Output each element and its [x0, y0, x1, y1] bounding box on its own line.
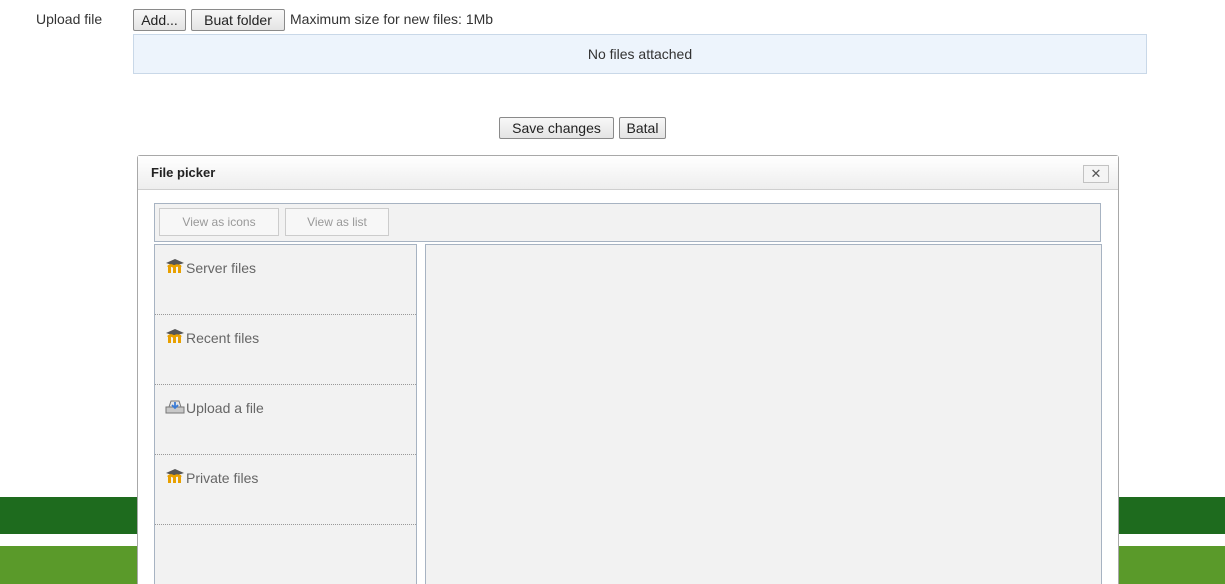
repository-item-upload-file[interactable]: Upload a file [155, 385, 416, 455]
create-folder-button[interactable]: Buat folder [191, 9, 285, 31]
view-as-icons-button[interactable]: View as icons [159, 208, 279, 236]
repository-item-recent-files[interactable]: Recent files [155, 315, 416, 385]
moodle-icon [166, 469, 184, 483]
add-file-button[interactable]: Add... [133, 9, 186, 31]
save-changes-button[interactable]: Save changes [499, 117, 614, 139]
repository-label: Server files [186, 260, 257, 276]
close-icon: ✕ [1090, 166, 1102, 181]
moodle-icon [166, 329, 184, 343]
dialog-header[interactable]: File picker ✕ [138, 156, 1118, 190]
dialog-title: File picker [151, 165, 216, 180]
repository-label: Private files [186, 470, 259, 486]
close-button[interactable]: ✕ [1083, 165, 1109, 183]
attached-files-area[interactable]: No files attached [133, 34, 1147, 74]
repository-label: Upload a file [186, 400, 264, 416]
repository-list: Server files Recent files Upload a file [154, 244, 417, 584]
view-as-list-button[interactable]: View as list [285, 208, 389, 236]
repository-item-server-files[interactable]: Server files [155, 245, 416, 315]
view-toolbar: View as icons View as list [154, 203, 1101, 242]
upload-file-label: Upload file [36, 11, 103, 27]
repository-label: Recent files [186, 330, 260, 346]
max-size-text: Maximum size for new files: 1Mb [290, 11, 494, 27]
upload-icon [165, 400, 185, 414]
moodle-icon [166, 259, 184, 273]
repository-item-private-files[interactable]: Private files [155, 455, 416, 525]
no-files-text: No files attached [587, 46, 693, 62]
cancel-button[interactable]: Batal [619, 117, 666, 139]
file-picker-dialog: File picker ✕ View as icons View as list… [137, 155, 1119, 584]
file-content-area[interactable] [425, 244, 1102, 584]
